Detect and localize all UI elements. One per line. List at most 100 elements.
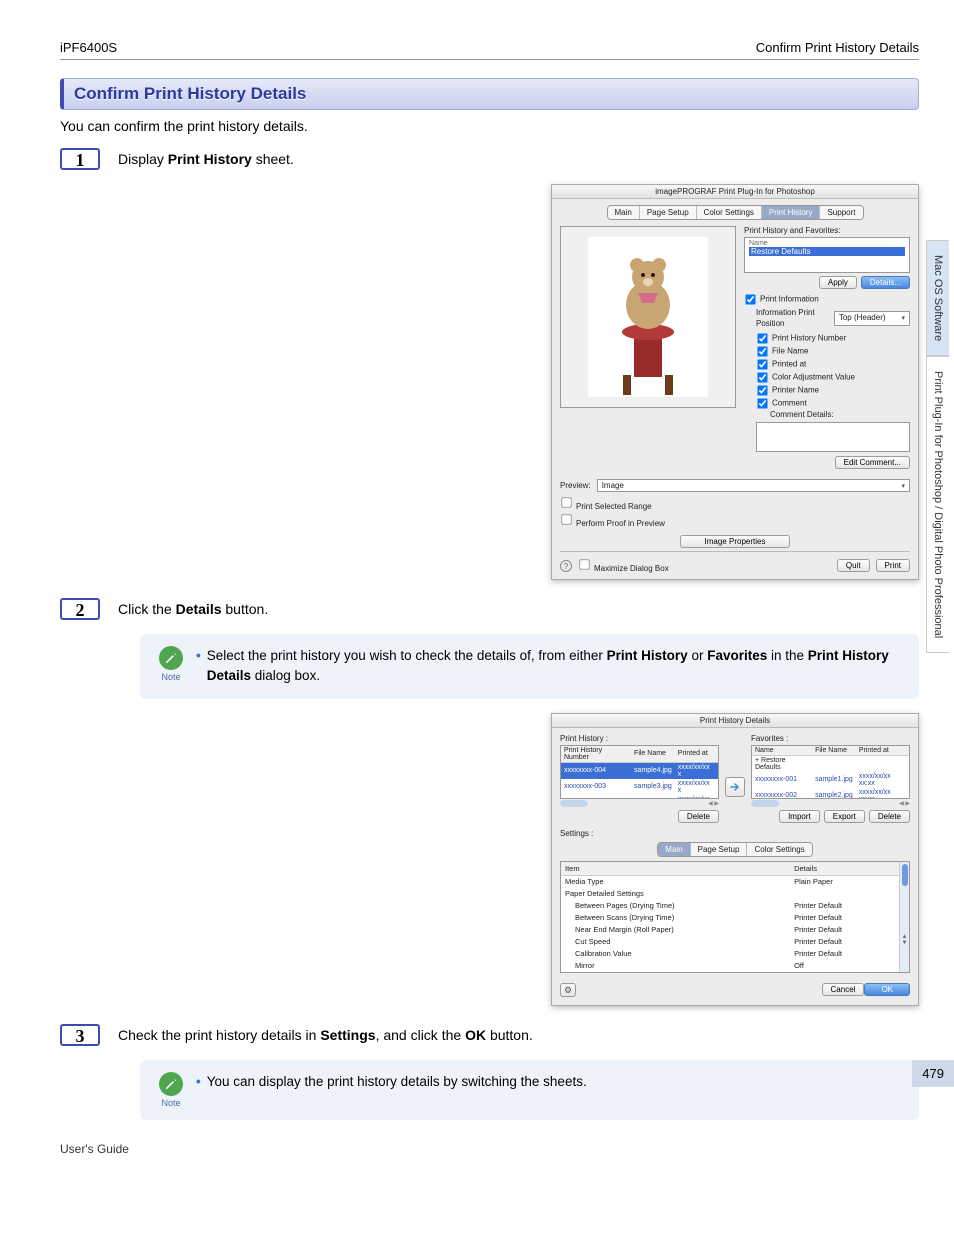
screenshot-2-row: Print History Details Print History : Pr… xyxy=(60,713,919,1006)
settings-tab-page-setup[interactable]: Page Setup xyxy=(691,843,748,856)
gear-icon[interactable]: ⚙ xyxy=(560,983,576,997)
edit-comment-button[interactable]: Edit Comment... xyxy=(835,456,910,469)
print-button[interactable]: Print xyxy=(876,559,910,572)
quit-button[interactable]: Quit xyxy=(837,559,870,572)
chk-file-name[interactable]: File Name xyxy=(756,345,910,358)
favorites-table[interactable]: NameFile NamePrinted at + Restore Defaul… xyxy=(751,745,910,799)
tab-main[interactable]: Main xyxy=(608,206,640,219)
intro-text: You can confirm the print history detail… xyxy=(60,118,919,134)
ok-button[interactable]: OK xyxy=(864,983,910,996)
chk-print-information[interactable]: Print Information xyxy=(744,293,910,306)
dialog1-title: imagePROGRAF Print Plug-In for Photoshop xyxy=(552,185,918,199)
note-1-label: Note xyxy=(154,672,188,682)
side-tabs: Mac OS Software Print Plug-In for Photos… xyxy=(926,240,954,653)
favorites-selected-item[interactable]: Restore Defaults xyxy=(749,247,905,256)
print-history-label: Print History : xyxy=(560,734,719,743)
footer-text: User's Guide xyxy=(60,1142,129,1156)
favorites-column: Favorites : NameFile NamePrinted at + Re… xyxy=(751,734,910,823)
side-tab-macos[interactable]: Mac OS Software xyxy=(926,240,949,356)
tab-color-settings[interactable]: Color Settings xyxy=(697,206,762,219)
preview-image xyxy=(560,226,736,408)
step-3: 3 Check the print history details in Set… xyxy=(60,1024,919,1046)
table-row: Near End Margin (Roll Paper)Printer Defa… xyxy=(561,924,899,936)
preview-pane xyxy=(560,226,736,473)
settings-table: ItemDetails Media TypePlain Paper Paper … xyxy=(560,861,910,973)
move-to-favorites-button[interactable] xyxy=(725,777,745,797)
print-information-options: Print Information Information Print Posi… xyxy=(744,293,910,452)
tab-print-history[interactable]: Print History xyxy=(762,206,821,219)
comment-details-textarea[interactable] xyxy=(756,422,910,452)
chk-comment[interactable]: Comment xyxy=(756,397,910,410)
chk-printer-name[interactable]: Printer Name xyxy=(756,384,910,397)
chk-printed-at[interactable]: Printed at xyxy=(756,358,910,371)
note-1-text: • Select the print history you wish to c… xyxy=(196,646,905,687)
comment-details-label: Comment Details: xyxy=(770,410,910,421)
delete-favorite-button[interactable]: Delete xyxy=(869,810,910,823)
chk-print-selected-range[interactable]: Print Selected Range xyxy=(560,502,652,511)
table-row: MirrorOff xyxy=(561,960,899,972)
table-row: Calibration ValuePrinter Default xyxy=(561,948,899,960)
chk-color-adjustment-value[interactable]: Color Adjustment Value xyxy=(756,371,910,384)
print-plugin-dialog: imagePROGRAF Print Plug-In for Photoshop… xyxy=(551,184,919,580)
section-title-wrap: Confirm Print History Details xyxy=(60,78,919,110)
history-favorites-label: Print History and Favorites: xyxy=(744,226,910,235)
image-properties-button[interactable]: Image Properties xyxy=(680,535,790,548)
table-row: Between Scans (Drying Time)Printer Defau… xyxy=(561,912,899,924)
table-row[interactable]: xxxxxxxx-001sample1.jpgxxxx/xx/xx xx:xx xyxy=(752,772,909,788)
note-2-text: • You can display the print history deta… xyxy=(196,1072,905,1092)
screenshot-1-row: imagePROGRAF Print Plug-In for Photoshop… xyxy=(60,184,919,580)
dialog1-tabs: Main Page Setup Color Settings Print His… xyxy=(552,199,918,220)
step-1: 1 Display Print History sheet. xyxy=(60,148,919,170)
table-row[interactable]: xxxxxxxx-003sample3.jpgxxxx/xx/xx x xyxy=(561,779,718,795)
tab-support[interactable]: Support xyxy=(820,206,862,219)
import-button[interactable]: Import xyxy=(779,810,820,823)
page-number: 479 xyxy=(912,1060,954,1087)
note-2-label: Note xyxy=(154,1098,188,1108)
header-right: Confirm Print History Details xyxy=(756,40,919,55)
dialog1-side-panel: Print History and Favorites: Name Restor… xyxy=(744,226,910,473)
favorites-listbox[interactable]: Name Restore Defaults xyxy=(744,237,910,273)
step-1-number: 1 xyxy=(60,148,100,170)
table-row: Paper Detailed Settings xyxy=(561,888,899,900)
scrollbar-thumb[interactable] xyxy=(560,800,588,807)
bullet-icon: • xyxy=(196,1072,201,1092)
step-2: 2 Click the Details button. xyxy=(60,598,919,620)
table-row[interactable]: xxxxxxxx-004sample4.jpgxxxx/xx/xx x xyxy=(561,762,718,779)
print-history-table[interactable]: Print History NumberFile NamePrinted at … xyxy=(560,745,719,799)
header-left: iPF6400S xyxy=(60,40,117,55)
table-row[interactable]: xxxxxxxx-002sample2.jpgxxxx/xx/xx xx:xx xyxy=(752,788,909,799)
note-2: Note • You can display the print history… xyxy=(140,1060,919,1120)
side-tab-print-plugin[interactable]: Print Plug-In for Photoshop / Digital Ph… xyxy=(926,356,949,653)
step-1-text: Display Print History sheet. xyxy=(118,148,919,170)
note-icon xyxy=(159,646,183,670)
preview-label: Preview: xyxy=(560,481,591,490)
note-1: Note • Select the print history you wish… xyxy=(140,634,919,699)
cancel-button[interactable]: Cancel xyxy=(822,983,865,996)
table-row[interactable]: xxxxxxxx-002sample2.jpgxxxx/xx/xx x xyxy=(561,795,718,799)
help-icon[interactable]: ? xyxy=(560,560,572,572)
settings-tab-main[interactable]: Main xyxy=(658,843,690,856)
settings-label: Settings : xyxy=(560,829,910,838)
settings-tab-color-settings[interactable]: Color Settings xyxy=(747,843,811,856)
chk-maximize[interactable]: Maximize Dialog Box xyxy=(578,558,669,573)
tab-page-setup[interactable]: Page Setup xyxy=(640,206,697,219)
chk-perform-proof[interactable]: Perform Proof in Preview xyxy=(560,519,665,528)
section-title: Confirm Print History Details xyxy=(60,78,919,110)
apply-button[interactable]: Apply xyxy=(819,276,857,289)
details-button[interactable]: Details... xyxy=(861,276,910,289)
chk-print-history-number[interactable]: Print History Number xyxy=(756,332,910,345)
bullet-icon: • xyxy=(196,646,201,687)
export-button[interactable]: Export xyxy=(824,810,865,823)
step-3-number: 3 xyxy=(60,1024,100,1046)
table-row: Media TypePlain Paper xyxy=(561,875,899,888)
settings-scrollbar[interactable]: ▲▼ xyxy=(899,862,909,972)
table-row[interactable]: + Restore Defaults xyxy=(752,755,909,772)
scrollbar-thumb[interactable] xyxy=(751,800,779,807)
delete-history-button[interactable]: Delete xyxy=(678,810,719,823)
print-history-column: Print History : Print History NumberFile… xyxy=(560,734,719,823)
info-print-position-dropdown[interactable]: Top (Header) xyxy=(834,311,910,326)
page-header: iPF6400S Confirm Print History Details xyxy=(60,40,919,60)
page-footer: User's Guide xyxy=(60,1142,919,1156)
table-row: Cut SpeedPrinter Default xyxy=(561,936,899,948)
preview-dropdown[interactable]: Image xyxy=(597,479,910,492)
